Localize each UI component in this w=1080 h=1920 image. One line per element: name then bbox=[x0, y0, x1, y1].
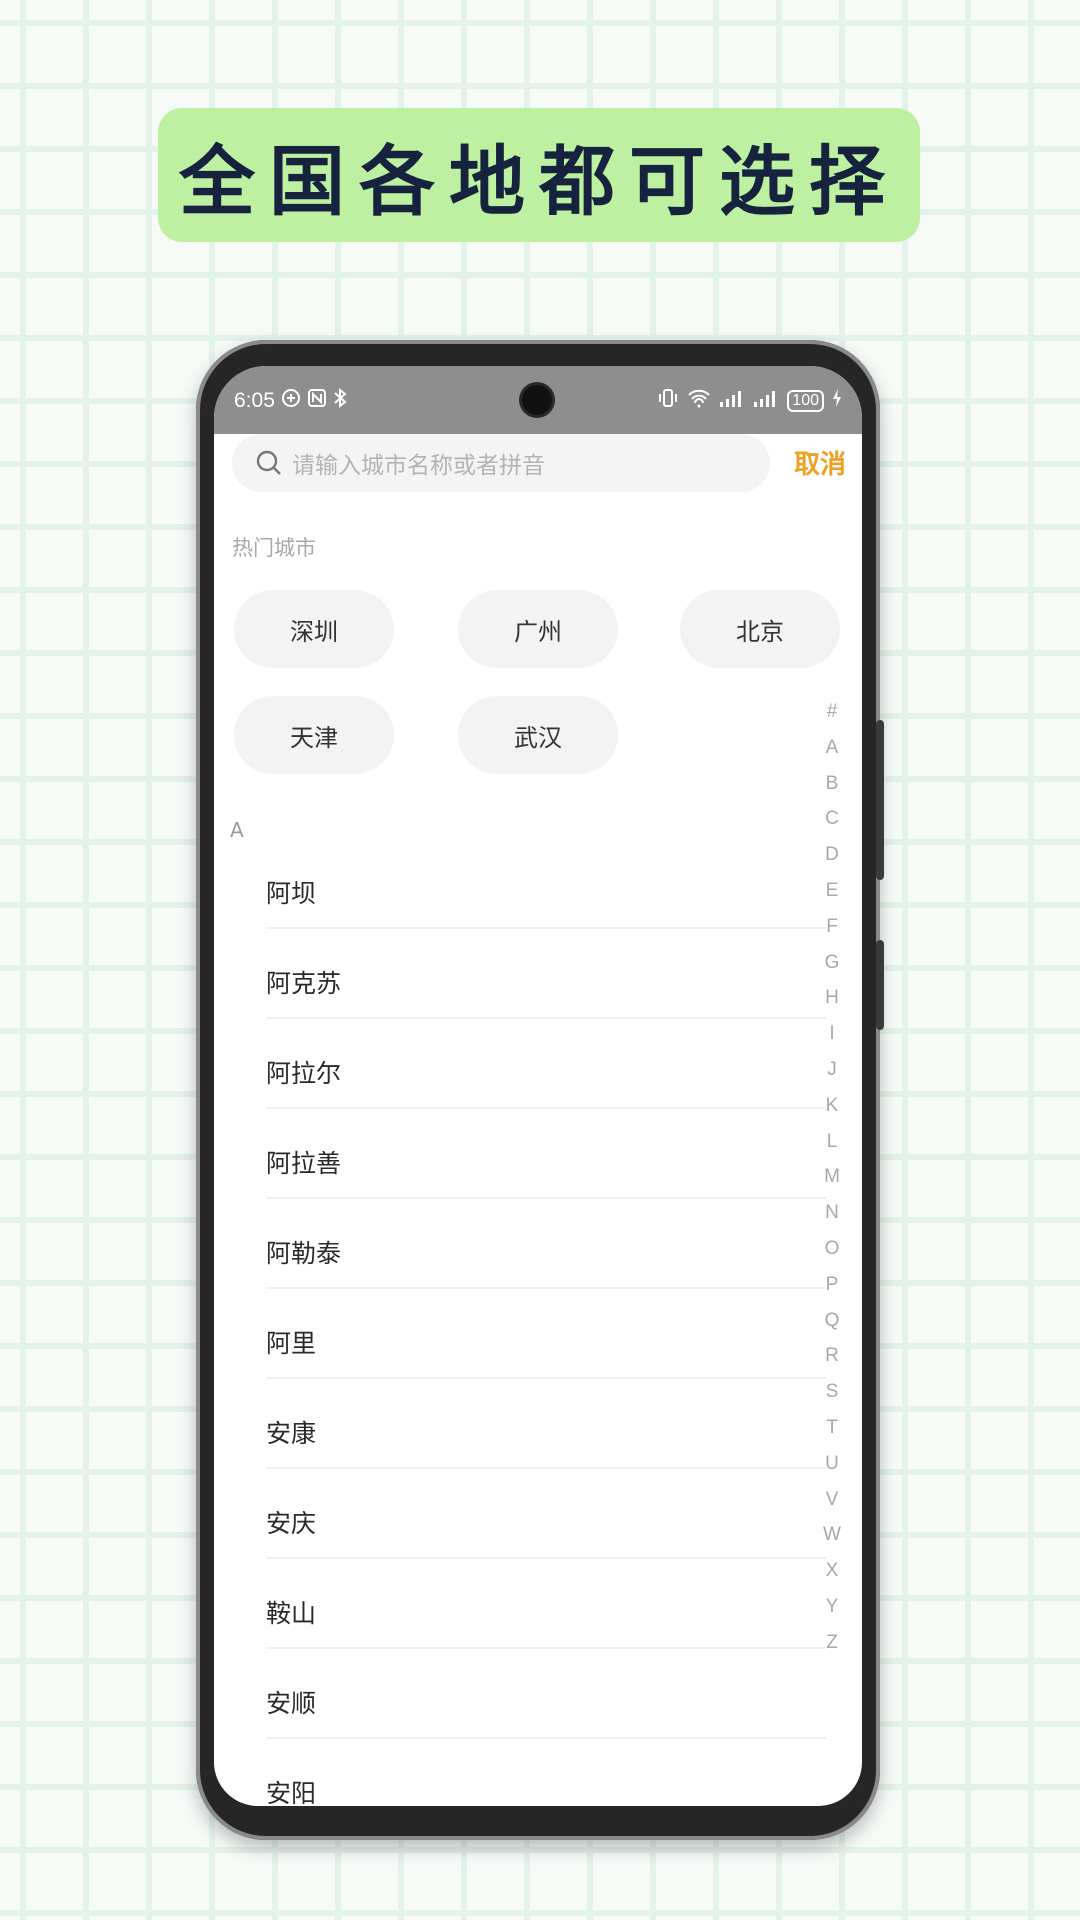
city-list-item[interactable]: 阿坝 bbox=[266, 840, 826, 929]
nfc-icon bbox=[307, 388, 327, 414]
index-letter[interactable]: K bbox=[826, 1088, 839, 1124]
search-icon bbox=[254, 448, 284, 478]
power-button bbox=[876, 940, 884, 1030]
search-bar: 请输入城市名称或者拼音 取消 bbox=[214, 434, 862, 504]
index-letter[interactable]: J bbox=[827, 1052, 837, 1088]
index-letter[interactable]: T bbox=[826, 1410, 838, 1446]
hot-city-chip[interactable]: 北京 bbox=[680, 590, 840, 668]
index-letter[interactable]: Z bbox=[826, 1625, 838, 1661]
city-list-item[interactable]: 安康 bbox=[266, 1380, 826, 1469]
alphabet-index[interactable]: # A B C D E F G H I J K L M N O P Q R S … bbox=[814, 694, 850, 1661]
promo-banner: 全国各地都可选择 bbox=[158, 108, 920, 242]
city-list-item[interactable]: 安庆 bbox=[266, 1470, 826, 1559]
city-name: 阿坝 bbox=[266, 879, 317, 908]
search-placeholder: 请输入城市名称或者拼音 bbox=[292, 453, 545, 479]
city-list-item[interactable]: 阿里 bbox=[266, 1290, 826, 1379]
battery-indicator: 100 bbox=[787, 390, 824, 412]
index-letter[interactable]: H bbox=[825, 980, 839, 1016]
index-letter[interactable]: X bbox=[826, 1553, 839, 1589]
city-list-item[interactable]: 阿拉尔 bbox=[266, 1020, 826, 1109]
index-letter[interactable]: E bbox=[826, 873, 839, 909]
city-name: 阿勒泰 bbox=[266, 1239, 342, 1268]
volume-button bbox=[876, 720, 884, 880]
hot-city-chip[interactable]: 深圳 bbox=[234, 590, 394, 668]
index-letter[interactable]: G bbox=[825, 945, 840, 981]
charging-icon bbox=[832, 388, 842, 414]
city-name: 阿克苏 bbox=[266, 969, 342, 998]
city-list-item[interactable]: 阿克苏 bbox=[266, 930, 826, 1019]
index-letter[interactable]: L bbox=[827, 1124, 838, 1160]
city-list-item[interactable]: 安阳 bbox=[266, 1740, 826, 1806]
index-letter[interactable]: W bbox=[823, 1517, 841, 1553]
city-name: 阿里 bbox=[266, 1329, 317, 1358]
index-letter[interactable]: B bbox=[826, 766, 839, 802]
signal-icon bbox=[753, 388, 779, 414]
city-name: 安庆 bbox=[266, 1509, 317, 1538]
index-letter[interactable]: D bbox=[825, 837, 839, 873]
city-name: 鞍山 bbox=[266, 1599, 317, 1628]
index-letter[interactable]: V bbox=[826, 1482, 839, 1518]
city-list-item[interactable]: 鞍山 bbox=[266, 1560, 826, 1649]
sync-icon bbox=[281, 388, 301, 414]
index-letter[interactable]: O bbox=[825, 1231, 840, 1267]
divider bbox=[266, 927, 826, 929]
vibrate-icon bbox=[657, 388, 679, 414]
status-bar: 6:05 100 bbox=[214, 366, 862, 434]
cancel-button[interactable]: 取消 bbox=[794, 444, 846, 481]
city-name: 安康 bbox=[266, 1419, 317, 1448]
signal-icon bbox=[719, 388, 745, 414]
hot-cities-label: 热门城市 bbox=[232, 536, 316, 560]
city-name: 阿拉尔 bbox=[266, 1059, 342, 1088]
status-time: 6:05 bbox=[234, 389, 275, 412]
divider bbox=[266, 1467, 826, 1469]
divider bbox=[266, 1737, 826, 1739]
city-name: 安顺 bbox=[266, 1689, 317, 1718]
hot-city-chip[interactable]: 天津 bbox=[234, 696, 394, 774]
divider bbox=[266, 1197, 826, 1199]
banner-title: 全国各地都可选择 bbox=[179, 137, 899, 226]
phone-frame: 6:05 100 请输入城市名称或者拼音 取消 热门城市 深圳 广州 北京 天津… bbox=[196, 340, 884, 1840]
index-letter[interactable]: C bbox=[825, 801, 839, 837]
index-letter[interactable]: Q bbox=[825, 1303, 840, 1339]
phone-screen: 6:05 100 请输入城市名称或者拼音 取消 热门城市 深圳 广州 北京 天津… bbox=[214, 366, 862, 1806]
index-letter[interactable]: F bbox=[826, 909, 838, 945]
bluetooth-icon bbox=[333, 387, 347, 414]
index-letter[interactable]: I bbox=[829, 1016, 834, 1052]
divider bbox=[266, 1287, 826, 1289]
index-letter[interactable]: U bbox=[825, 1446, 839, 1482]
search-input[interactable]: 请输入城市名称或者拼音 bbox=[232, 434, 770, 492]
hot-city-chip[interactable]: 武汉 bbox=[458, 696, 618, 774]
index-letter[interactable]: M bbox=[824, 1159, 840, 1195]
city-list-item[interactable]: 阿勒泰 bbox=[266, 1200, 826, 1289]
index-letter[interactable]: R bbox=[825, 1338, 839, 1374]
index-letter[interactable]: A bbox=[826, 730, 839, 766]
city-list-item[interactable]: 安顺 bbox=[266, 1650, 826, 1739]
city-name: 阿拉善 bbox=[266, 1149, 342, 1178]
index-letter[interactable]: S bbox=[826, 1374, 839, 1410]
divider bbox=[266, 1107, 826, 1109]
section-header: A bbox=[230, 818, 244, 842]
divider bbox=[266, 1017, 826, 1019]
front-camera bbox=[522, 385, 552, 415]
divider bbox=[266, 1647, 826, 1649]
city-name: 安阳 bbox=[266, 1779, 317, 1806]
divider bbox=[266, 1557, 826, 1559]
wifi-icon bbox=[687, 388, 711, 414]
index-letter[interactable]: P bbox=[826, 1267, 839, 1303]
divider bbox=[266, 1377, 826, 1379]
index-letter[interactable]: Y bbox=[826, 1589, 839, 1625]
city-list-item[interactable]: 阿拉善 bbox=[266, 1110, 826, 1199]
index-letter[interactable]: N bbox=[825, 1195, 839, 1231]
index-letter[interactable]: # bbox=[827, 694, 838, 730]
hot-city-chip[interactable]: 广州 bbox=[458, 590, 618, 668]
